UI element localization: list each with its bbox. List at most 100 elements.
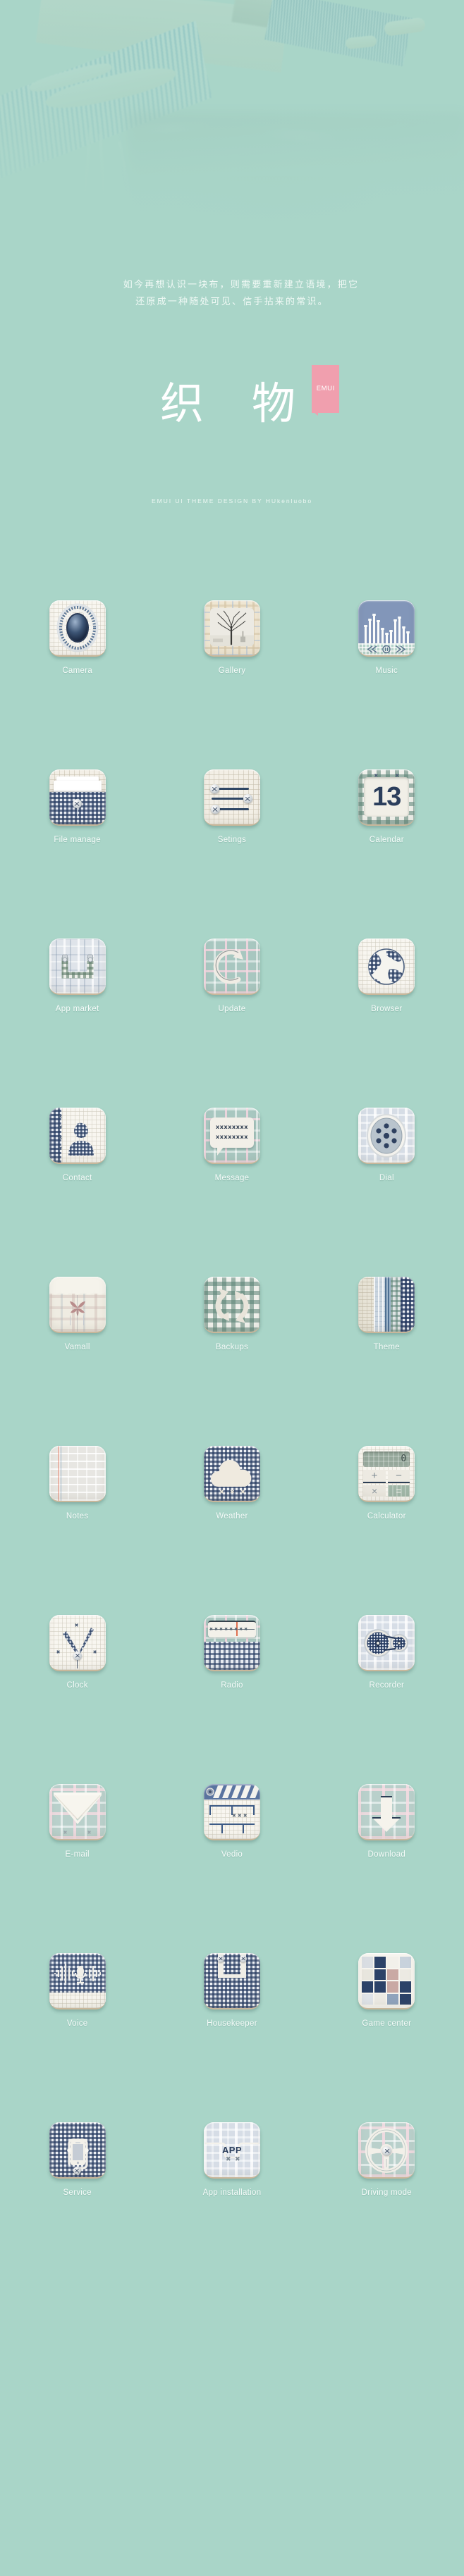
app-label: Clock [66, 1681, 88, 1690]
app-tile-gallery[interactable]: Gallery [154, 557, 309, 726]
sync-arrows-icon[interactable] [203, 1277, 260, 1333]
tetris-blocks-icon[interactable] [358, 1953, 415, 2010]
app-tile-theme[interactable]: Theme [310, 1233, 464, 1402]
icon-row: ✖ ✖ ✖ Clock ✖✖✖✖✖✖✖✖ Radio Recorder [0, 1571, 464, 1740]
suspenders-icon[interactable] [49, 939, 106, 995]
app-label: Calculator [367, 1512, 406, 1521]
app-pocket-icon[interactable]: APP ✖ ✖ [203, 2122, 260, 2179]
fabric-swatch-icon[interactable] [358, 1277, 415, 1333]
clock-hands-icon[interactable]: ✖ ✖ ✖ [49, 1615, 106, 1671]
photo-frame-icon[interactable] [203, 600, 260, 657]
app-tile-backups[interactable]: Backups [154, 1233, 309, 1402]
app-tile-radio[interactable]: ✖✖✖✖✖✖✖✖ Radio [154, 1571, 309, 1740]
app-tile-housekeeper[interactable]: Housekeeper [154, 1909, 309, 2079]
app-tile-game-center[interactable]: Game center [310, 1909, 464, 2079]
app-tile-music[interactable]: Music [310, 557, 464, 726]
app-label: Calendar [369, 836, 404, 844]
speech-bubble-icon[interactable]: xxxxxxxx xxxxxxxx [203, 1108, 260, 1164]
page-title-text: 织 物 [160, 378, 312, 429]
page-subtitle: EMUI UI THEME DESIGN BY HUkenluobo [151, 497, 313, 504]
calculator-key[interactable]: = [387, 1485, 410, 1497]
app-tile-weather[interactable]: ✖ ✖ ✖ Weather [154, 1402, 309, 1571]
phone-service-icon[interactable] [49, 2122, 106, 2179]
intro-line-1: 如今再想认识一块布，则需要重新建立语境，把它 [123, 279, 360, 290]
tape-reels-icon[interactable] [358, 1615, 415, 1671]
app-label: Setings [217, 836, 247, 844]
app-tile-calendar[interactable]: 13 ✖ ✖ Calendar [310, 726, 464, 895]
shirt-pocket-icon[interactable] [49, 769, 106, 826]
hero-fade-overlay [0, 0, 464, 240]
dial-button-icon[interactable] [358, 1108, 415, 1164]
app-tile-settings[interactable]: Setings [154, 726, 309, 895]
app-label: Camera [62, 667, 93, 675]
radio-tuner-icon[interactable]: ✖✖✖✖✖✖✖✖ [203, 1615, 260, 1671]
app-label: Message [214, 1174, 250, 1182]
app-label: Weather [216, 1512, 248, 1521]
clapperboard-icon[interactable]: ✖✖✖ [203, 1784, 260, 1840]
app-label: App market [55, 1005, 99, 1013]
icon-row: File manage Setings 13 ✖ ✖ Calendar [0, 726, 464, 895]
app-label: E-mail [65, 1850, 90, 1859]
app-label: Driving mode [361, 2188, 412, 2197]
app-tile-vamall[interactable]: Vamall [0, 1233, 154, 1402]
globe-icon[interactable] [358, 939, 415, 995]
app-tile-file-manage[interactable]: File manage [0, 726, 154, 895]
app-tile-app-market[interactable]: App market [0, 895, 154, 1064]
app-tile-email[interactable]: ✖ ✖ E-mail [0, 1740, 154, 1909]
app-tile-calculator[interactable]: 0 + − × = Calculator [310, 1402, 464, 1571]
icon-row: App market Update Browser [0, 895, 464, 1064]
intro-line-2: 还原成一种随处可见、信手拈来的常识。 [135, 296, 329, 306]
envelope-icon[interactable]: ✖ ✖ [49, 1784, 106, 1840]
calculator-key[interactable]: − [387, 1470, 410, 1483]
camera-lens-icon[interactable] [49, 600, 106, 657]
app-label: Browser [371, 1005, 403, 1013]
app-tile-browser[interactable]: Browser [310, 895, 464, 1064]
person-card-icon[interactable]: ✖ ✖ ✖ ✖ [49, 1108, 106, 1164]
sliders-icon[interactable] [203, 769, 260, 826]
app-label: Housekeeper [207, 2019, 257, 2028]
button-stitch-icon [72, 799, 82, 808]
ruled-paper-icon[interactable] [49, 1446, 106, 1502]
equalizer-icon[interactable] [358, 600, 415, 657]
refresh-arrow-icon[interactable] [203, 939, 260, 995]
app-icon-grid: Camera Gallery Music File manage Setings… [0, 557, 464, 2248]
app-label: Service [63, 2188, 92, 2197]
app-tile-camera[interactable]: Camera [0, 557, 154, 726]
apron-icon[interactable] [203, 1953, 260, 2010]
app-tile-download[interactable]: Download [310, 1740, 464, 1909]
app-tile-message[interactable]: xxxxxxxx xxxxxxxx Message [154, 1064, 309, 1233]
cloud-icon[interactable]: ✖ ✖ ✖ [203, 1446, 260, 1502]
calendar-icon[interactable]: 13 ✖ ✖ [358, 769, 415, 826]
app-label: Recorder [369, 1681, 405, 1690]
waveform-mic-icon[interactable] [49, 1953, 106, 2010]
app-label: Gallery [218, 667, 246, 675]
icon-row: Vamall Backups Theme [0, 1233, 464, 1402]
app-label: Contact [62, 1174, 92, 1182]
calculator-icon[interactable]: 0 + − × = [358, 1446, 415, 1502]
hero-photo [0, 0, 464, 240]
app-tile-voice[interactable]: Voice [0, 1909, 154, 2079]
app-label: Theme [373, 1343, 400, 1351]
calculator-key[interactable]: + [363, 1470, 386, 1483]
page-title: 织 物 EMUI [152, 365, 339, 426]
app-tile-dial[interactable]: Dial [310, 1064, 464, 1233]
app-tile-notes[interactable]: Notes [0, 1402, 154, 1571]
steering-wheel-icon[interactable] [358, 2122, 415, 2179]
app-tile-clock[interactable]: ✖ ✖ ✖ Clock [0, 1571, 154, 1740]
app-tile-vedio[interactable]: ✖✖✖ Vedio [154, 1740, 309, 1909]
app-tile-recorder[interactable]: Recorder [310, 1571, 464, 1740]
app-label: Vamall [64, 1343, 90, 1351]
icon-row: Voice Housekeeper Game center [0, 1909, 464, 2079]
calculator-key[interactable]: × [363, 1485, 386, 1497]
app-label: Download [367, 1850, 406, 1859]
app-label: Vedio [221, 1850, 243, 1859]
app-tile-app-installation[interactable]: APP ✖ ✖ App installation [154, 2079, 309, 2248]
app-tile-update[interactable]: Update [154, 895, 309, 1064]
app-tile-service[interactable]: Service [0, 2079, 154, 2248]
shop-awning-icon[interactable] [49, 1277, 106, 1333]
message-line-1: xxxxxxxx [215, 1124, 249, 1130]
app-tile-driving-mode[interactable]: Driving mode [310, 2079, 464, 2248]
app-tile-contact[interactable]: ✖ ✖ ✖ ✖ Contact [0, 1064, 154, 1233]
download-arrow-icon[interactable] [358, 1784, 415, 1840]
app-label: Update [218, 1005, 246, 1013]
